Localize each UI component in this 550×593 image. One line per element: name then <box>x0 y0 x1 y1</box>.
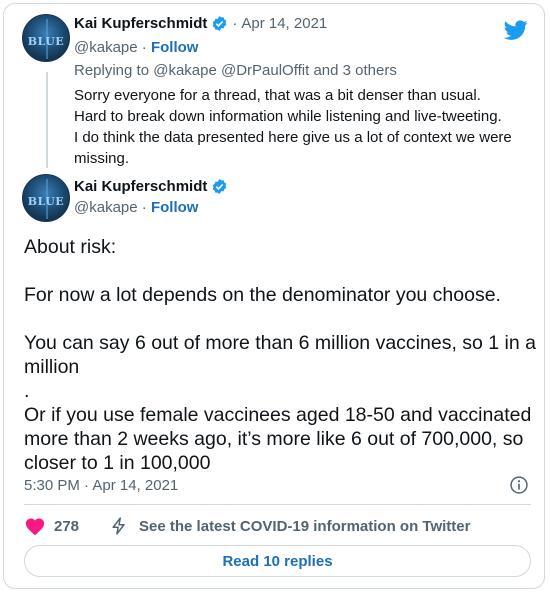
author-row: Kai Kupferschmidt · Apr 14, 2021 <box>74 15 327 32</box>
separator: · <box>141 199 147 216</box>
embedded-tweet-card: BLUE Kai Kupferschmidt · Apr 14, 2021 @k… <box>3 3 545 589</box>
author-name[interactable]: Kai Kupferschmidt <box>74 178 207 195</box>
tweet-text: About risk: For now a lot depends on the… <box>24 236 536 474</box>
heart-icon[interactable] <box>24 516 46 536</box>
author-avatar[interactable]: BLUE <box>22 14 70 62</box>
separator: · <box>141 39 147 56</box>
read-replies-button[interactable]: Read 10 replies <box>24 545 531 577</box>
author-avatar[interactable]: BLUE <box>22 174 70 222</box>
like-count[interactable]: 278 <box>54 518 79 535</box>
separator: · <box>232 15 238 32</box>
handle-row: @kakape · Follow <box>74 199 198 216</box>
avatar-text: BLUE <box>27 195 65 208</box>
covid-info-link[interactable]: See the latest COVID-19 information on T… <box>139 518 470 535</box>
author-row: Kai Kupferschmidt <box>74 178 228 195</box>
replying-to[interactable]: Replying to @kakape @DrPaulOffit and 3 o… <box>74 62 397 79</box>
thread-connector-line <box>46 72 48 168</box>
avatar-text: BLUE <box>27 35 65 48</box>
parent-tweet-text: Sorry everyone for a thread, that was a … <box>74 87 512 167</box>
divider <box>24 504 531 505</box>
info-icon[interactable] <box>509 475 529 495</box>
author-handle[interactable]: @kakape <box>74 199 138 216</box>
verified-badge-icon <box>213 16 227 31</box>
author-name[interactable]: Kai Kupferschmidt <box>74 15 207 32</box>
twitter-bird-icon[interactable] <box>504 18 528 42</box>
follow-button[interactable]: Follow <box>151 39 199 56</box>
author-handle[interactable]: @kakape <box>74 39 138 56</box>
tweet-timestamp[interactable]: 5:30 PM · Apr 14, 2021 <box>24 477 178 494</box>
tweet-actions: 278 See the latest COVID-19 information … <box>24 515 470 537</box>
lightning-icon <box>112 517 125 535</box>
follow-button[interactable]: Follow <box>151 199 199 216</box>
verified-badge-icon <box>213 179 227 194</box>
handle-row: @kakape · Follow <box>74 39 198 56</box>
tweet-date[interactable]: Apr 14, 2021 <box>241 15 327 32</box>
